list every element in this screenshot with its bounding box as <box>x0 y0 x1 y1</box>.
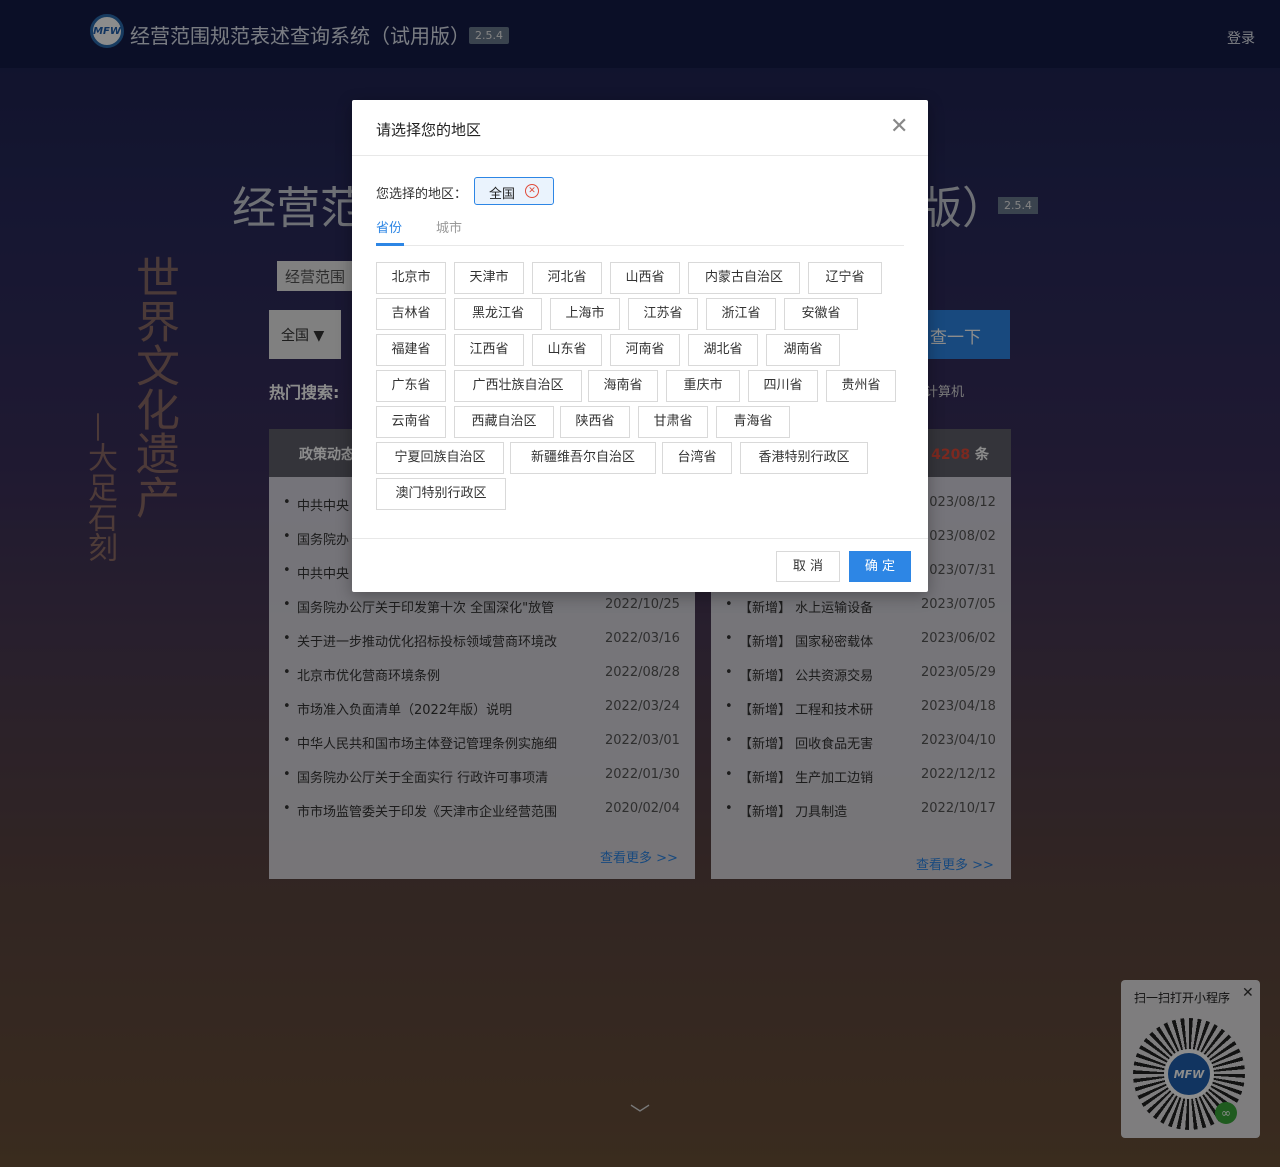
province-option[interactable]: 黑龙江省 <box>454 298 542 330</box>
province-option[interactable]: 山西省 <box>610 262 680 294</box>
cancel-button[interactable]: 取 消 <box>776 551 840 582</box>
province-row: 澳门特别行政区 <box>376 478 906 514</box>
province-option[interactable]: 福建省 <box>376 334 446 366</box>
province-option[interactable]: 甘肃省 <box>638 406 708 438</box>
province-option[interactable]: 江西省 <box>454 334 524 366</box>
province-option[interactable]: 台湾省 <box>662 442 732 474</box>
province-option[interactable]: 河北省 <box>532 262 602 294</box>
province-option[interactable]: 广东省 <box>376 370 446 402</box>
province-option[interactable]: 海南省 <box>588 370 658 402</box>
province-option[interactable]: 湖北省 <box>688 334 758 366</box>
province-row: 宁夏回族自治区 新疆维吾尔自治区 台湾省 香港特别行政区 <box>376 442 906 478</box>
province-option[interactable]: 湖南省 <box>766 334 840 366</box>
province-option[interactable]: 青海省 <box>716 406 790 438</box>
province-option[interactable]: 上海市 <box>550 298 620 330</box>
province-option[interactable]: 广西壮族自治区 <box>454 370 582 402</box>
province-option[interactable]: 河南省 <box>610 334 680 366</box>
province-option[interactable]: 四川省 <box>748 370 818 402</box>
province-option[interactable]: 澳门特别行政区 <box>376 478 506 510</box>
province-row: 广东省 广西壮族自治区 海南省 重庆市 四川省 贵州省 <box>376 370 906 406</box>
tab-city[interactable]: 城市 <box>436 217 462 236</box>
province-option[interactable]: 西藏自治区 <box>454 406 554 438</box>
close-icon[interactable]: ✕ <box>890 114 908 139</box>
province-row: 云南省 西藏自治区 陕西省 甘肃省 青海省 <box>376 406 906 442</box>
province-option[interactable]: 辽宁省 <box>808 262 882 294</box>
province-option[interactable]: 北京市 <box>376 262 446 294</box>
active-tab-indicator <box>376 243 404 246</box>
remove-tag-icon[interactable]: ✕ <box>525 184 539 198</box>
province-option[interactable]: 贵州省 <box>826 370 896 402</box>
confirm-button[interactable]: 确 定 <box>849 551 911 582</box>
province-option[interactable]: 江苏省 <box>628 298 698 330</box>
province-option[interactable]: 香港特别行政区 <box>740 442 868 474</box>
province-row: 吉林省 黑龙江省 上海市 江苏省 浙江省 安徽省 <box>376 298 906 334</box>
region-tabs: 省份 城市 <box>376 214 904 246</box>
province-option[interactable]: 新疆维吾尔自治区 <box>510 442 656 474</box>
province-row: 北京市 天津市 河北省 山西省 内蒙古自治区 辽宁省 <box>376 262 906 298</box>
province-option[interactable]: 浙江省 <box>706 298 776 330</box>
province-grid: 北京市 天津市 河北省 山西省 内蒙古自治区 辽宁省 吉林省 黑龙江省 上海市 江苏省 浙江省 安徽省… <box>376 262 906 514</box>
chosen-region-value: 全国 <box>489 187 516 202</box>
province-option[interactable]: 陕西省 <box>560 406 630 438</box>
province-option[interactable]: 云南省 <box>376 406 446 438</box>
region-modal: 请选择您的地区 ✕ 您选择的地区： 全国 ✕ 省份 城市 北京市 天津市 河北省 山西… <box>352 100 928 592</box>
province-option[interactable]: 吉林省 <box>376 298 446 330</box>
modal-footer: 取 消 确 定 <box>352 538 928 592</box>
province-option[interactable]: 内蒙古自治区 <box>688 262 800 294</box>
tab-province[interactable]: 省份 <box>376 217 402 236</box>
province-option[interactable]: 重庆市 <box>666 370 740 402</box>
chosen-region-label: 您选择的地区： <box>376 187 468 202</box>
province-row: 福建省 江西省 山东省 河南省 湖北省 湖南省 <box>376 334 906 370</box>
modal-title: 请选择您的地区 <box>352 100 928 156</box>
province-option[interactable]: 宁夏回族自治区 <box>376 442 504 474</box>
chosen-region-tag: 全国 ✕ <box>474 177 554 205</box>
province-option[interactable]: 山东省 <box>532 334 602 366</box>
province-option[interactable]: 天津市 <box>454 262 524 294</box>
province-option[interactable]: 安徽省 <box>784 298 858 330</box>
